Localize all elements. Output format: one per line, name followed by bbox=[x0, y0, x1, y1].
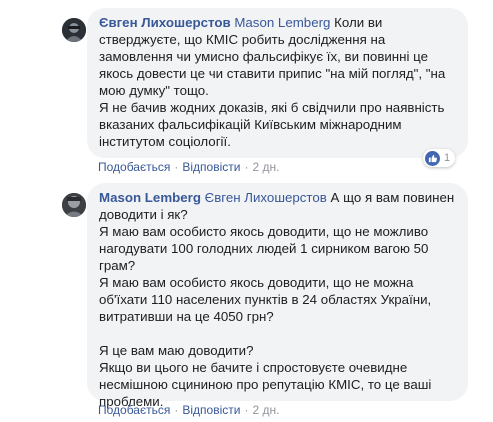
comment-text-line: Якщо ви цього не бачите і спростовуєте о… bbox=[99, 360, 408, 375]
separator-dot: · bbox=[244, 160, 249, 174]
avatar[interactable] bbox=[62, 18, 86, 42]
comment-text-line: вказаних фальсифікацій Київським міжнаро… bbox=[99, 117, 402, 132]
comment-bubble: Євген Лихошерстов Mason Lemberg Коли ви … bbox=[87, 8, 468, 158]
comment-text-line: доводити і як? bbox=[99, 207, 188, 222]
comment-text-line: несмішною сцининою про репутацію КМІС, т… bbox=[99, 377, 432, 392]
reaction-badge[interactable]: 1 bbox=[423, 149, 456, 167]
separator-dot: · bbox=[244, 403, 249, 417]
comment-text-line bbox=[99, 325, 456, 342]
comment-text-line: А що я вам повинен bbox=[330, 190, 455, 205]
timestamp[interactable]: 2 дн. bbox=[252, 403, 279, 417]
reaction-count: 1 bbox=[444, 152, 451, 164]
like-link[interactable]: Подобається bbox=[98, 160, 170, 174]
comment-bubble: Mason Lemberg Євген Лихошерстов А що я в… bbox=[87, 183, 468, 409]
comment-author[interactable]: Євген Лихошерстов bbox=[99, 15, 231, 30]
separator-dot: · bbox=[174, 160, 179, 174]
comment-mention[interactable]: Євген Лихошерстов bbox=[205, 190, 327, 205]
comment-text-line: Я маю вам особисто якось доводити, що не… bbox=[99, 224, 429, 239]
like-link[interactable]: Подобається bbox=[98, 403, 170, 417]
comment-text-line: Я не бачив жодних доказів, які б свідчил… bbox=[99, 100, 445, 115]
comment-author[interactable]: Mason Lemberg bbox=[99, 190, 201, 205]
comment-text-line: Я маю вам особисто якось доводити, що не… bbox=[99, 275, 414, 290]
comment-text-line: об'їхати 110 населених пунктів в 24 обла… bbox=[99, 292, 432, 307]
comment-mention[interactable]: Mason Lemberg bbox=[234, 15, 330, 30]
reply-link[interactable]: Відповісти bbox=[182, 160, 240, 174]
comment-text-line: грам? bbox=[99, 258, 136, 273]
reply-link[interactable]: Відповісти bbox=[182, 403, 240, 417]
comment-text-line: витративши на це 4050 грн? bbox=[99, 309, 274, 324]
comment-text-line: Я це вам маю доводити? bbox=[99, 343, 254, 358]
comment-text-line: інститутом соціології. bbox=[99, 134, 231, 149]
comment-thread: Євген Лихошерстов Mason Lemberg Коли ви … bbox=[0, 0, 493, 422]
comment-actions: Подобається · Відповісти · 2 дн. bbox=[98, 403, 279, 417]
comment-text-line: замовлення чи умисно фальсифікує їх, ви … bbox=[99, 49, 429, 64]
comment-text-line: нагодувати 100 голодних людей 1 сирником… bbox=[99, 241, 429, 256]
timestamp[interactable]: 2 дн. bbox=[252, 160, 279, 174]
avatar[interactable] bbox=[62, 193, 86, 217]
comment-text-line: якось довести це чи ставити припис "на м… bbox=[99, 66, 446, 81]
comment-text-line: стверджуєте, що КМІС робить дослідження … bbox=[99, 32, 386, 47]
comment-text-line: мою думку" тощо. bbox=[99, 83, 209, 98]
comment-text-line: Коли ви bbox=[334, 15, 383, 30]
separator-dot: · bbox=[174, 403, 179, 417]
like-icon bbox=[425, 150, 440, 166]
comment-actions: Подобається · Відповісти · 2 дн. bbox=[98, 160, 279, 174]
